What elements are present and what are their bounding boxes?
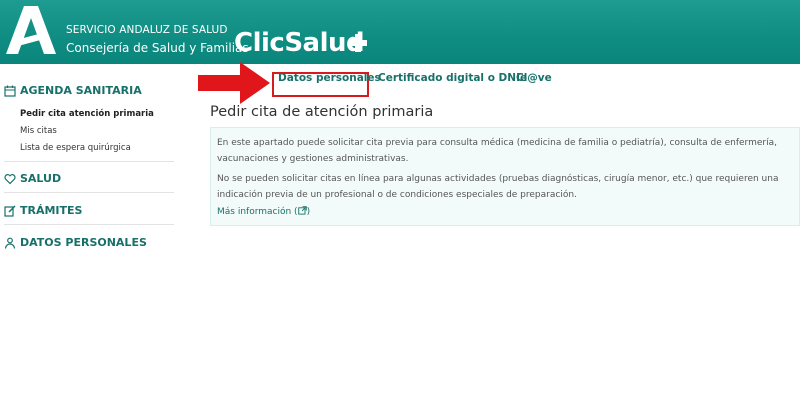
- heart-icon: [4, 173, 16, 184]
- info-panel: En este apartado puede solicitar cita pr…: [210, 127, 800, 226]
- page-title: Pedir cita de atención primaria: [210, 104, 434, 120]
- edit-icon: [4, 205, 16, 217]
- user-icon: [4, 237, 16, 249]
- sidebar-item-lista-espera[interactable]: Lista de espera quirúrgica: [20, 143, 131, 153]
- tab-certificado-digital[interactable]: Certificado digital o DNIe: [378, 72, 527, 84]
- sidebar-divider: [4, 224, 174, 225]
- more-info-label: Más información (: [217, 207, 298, 217]
- red-arrow-icon: [198, 62, 270, 104]
- sidebar-item-datos-personales[interactable]: DATOS PERSONALES: [4, 236, 147, 249]
- info-paragraph: En este apartado puede solicitar cita pr…: [217, 138, 777, 164]
- sidebar-section-label: DATOS PERSONALES: [20, 236, 147, 249]
- more-info-paren: ): [306, 207, 311, 217]
- more-info-link[interactable]: Más información (): [217, 206, 310, 217]
- calendar-icon: [4, 85, 16, 97]
- org-department: Consejería de Salud y Familias: [66, 41, 249, 55]
- tab-datos-personales[interactable]: Datos personales: [278, 72, 381, 84]
- sidebar-section-label: AGENDA SANITARIA: [20, 84, 142, 97]
- tab-clave[interactable]: Cl@ve: [516, 72, 552, 84]
- external-link-icon: [297, 206, 307, 215]
- site-header: SERVICIO ANDALUZ DE SALUD Consejería de …: [0, 0, 800, 64]
- plus-icon: [349, 34, 367, 52]
- sidebar-section-label: SALUD: [20, 172, 62, 185]
- sidebar-item-salud[interactable]: SALUD: [4, 172, 61, 185]
- sidebar-section-label: TRÁMITES: [20, 204, 83, 217]
- sidebar-divider: [4, 192, 174, 193]
- info-paragraph: No se pueden solicitar citas en línea pa…: [217, 174, 779, 200]
- sidebar-item-pedir-cita[interactable]: Pedir cita atención primaria: [20, 109, 154, 119]
- brand-title[interactable]: ClicSalud: [234, 28, 365, 58]
- sidebar-item-mis-citas[interactable]: Mis citas: [20, 126, 57, 136]
- sidebar-divider: [4, 161, 174, 162]
- sidebar-item-tramites[interactable]: TRÁMITES: [4, 204, 82, 217]
- junta-andalucia-logo[interactable]: [6, 6, 56, 54]
- sidebar-item-agenda-sanitaria[interactable]: AGENDA SANITARIA: [4, 84, 142, 97]
- org-name: SERVICIO ANDALUZ DE SALUD: [66, 24, 228, 36]
